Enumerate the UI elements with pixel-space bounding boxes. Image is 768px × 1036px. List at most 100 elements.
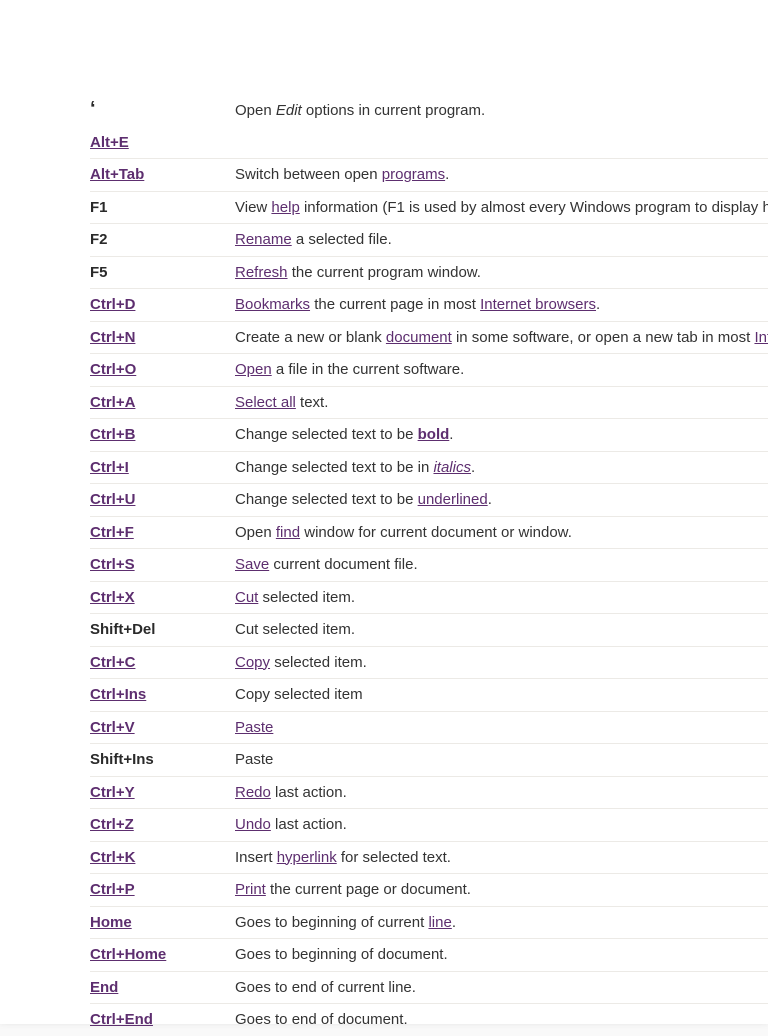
shortcut-key: Ctrl+Y	[90, 776, 235, 809]
shortcut-key: F1	[90, 191, 235, 224]
shortcut-link[interactable]: Ctrl+A	[90, 394, 135, 411]
inline-link[interactable]: Paste	[235, 719, 273, 736]
shortcut-link[interactable]: Ctrl+Y	[90, 784, 135, 801]
inline-link[interactable]: Rename	[235, 231, 292, 248]
shortcut-link[interactable]: Ctrl+U	[90, 491, 135, 508]
table-row: HomeGoes to beginning of current line.	[90, 906, 768, 939]
description-cell: Refresh the current program window.	[235, 256, 768, 289]
description-cell: Goes to end of current line.	[235, 971, 768, 1004]
table-row: Ctrl+PPrint the current page or document…	[90, 874, 768, 907]
table-row: Ctrl+O Open a file in the current softwar…	[90, 354, 768, 387]
inline-link[interactable]: help	[271, 199, 299, 216]
shortcut-link[interactable]: Ctrl+K	[90, 849, 135, 866]
description-cell: Cut selected item.	[235, 614, 768, 647]
inline-link[interactable]: Save	[235, 556, 269, 573]
shortcut-key: Ctrl+A	[90, 386, 235, 419]
inline-link[interactable]: Select all	[235, 394, 296, 411]
inline-link[interactable]: Open	[235, 361, 272, 378]
table-row: Ctrl+End Goes to end of document.	[90, 1004, 768, 1036]
shortcut-key: F5	[90, 256, 235, 289]
description-cell: Save current document file.	[235, 549, 768, 582]
shortcut-link[interactable]: Ctrl+End	[90, 1011, 153, 1028]
inline-link[interactable]: Undo	[235, 816, 271, 833]
shortcut-link[interactable]: Ctrl+Home	[90, 946, 166, 963]
shortcut-link[interactable]: Ctrl+N	[90, 329, 135, 346]
shortcut-link[interactable]: Ctrl+X	[90, 589, 135, 606]
table-row: Ctrl+V Paste	[90, 711, 768, 744]
description-cell: Cut selected item.	[235, 581, 768, 614]
shortcut-link[interactable]: Ctrl+S	[90, 556, 135, 573]
table-row: Ctrl+FOpen find window for current docum…	[90, 516, 768, 549]
table-row: Ctrl+K Insert hyperlink for selected text…	[90, 841, 768, 874]
description-cell: Redo last action.	[235, 776, 768, 809]
table-row: Ctrl+BChange selected text to be bold.	[90, 419, 768, 452]
shortcut-link[interactable]: Ctrl+I	[90, 459, 129, 476]
description-cell: Goes to beginning of document.	[235, 939, 768, 972]
shortcut-link[interactable]: Ctrl+O	[90, 361, 136, 378]
shortcut-key: Ctrl+Ins	[90, 679, 235, 712]
shortcut-key: Ctrl+P	[90, 874, 235, 907]
shortcut-link[interactable]: Alt+Tab	[90, 166, 144, 183]
table-row: End Goes to end of current line.	[90, 971, 768, 1004]
shortcut-key: Alt+E	[90, 127, 235, 159]
table-row: Ctrl+Home Goes to beginning of document.	[90, 939, 768, 972]
table-row: F5Refresh the current program window.	[90, 256, 768, 289]
table-row: F1View help information (F1 is used by a…	[90, 191, 768, 224]
shortcut-link[interactable]: Ctrl+Z	[90, 816, 134, 833]
inline-link[interactable]: programs	[382, 166, 445, 183]
inline-link[interactable]: Copy	[235, 654, 270, 671]
table-row: ‘ Open Edit options in current program.	[90, 95, 768, 127]
shortcut-link[interactable]: Ctrl+C	[90, 654, 135, 671]
apostrophe-cell: ‘	[90, 95, 235, 127]
inline-link[interactable]: Print	[235, 881, 266, 898]
shortcut-link[interactable]: Home	[90, 914, 132, 931]
inline-link[interactable]: Cut	[235, 589, 258, 606]
table-row: Ctrl+X Cut selected item.	[90, 581, 768, 614]
shortcut-link[interactable]: Ctrl+V	[90, 719, 135, 736]
inline-link[interactable]: Internet browsers	[480, 296, 596, 313]
inline-link[interactable]: underlined	[418, 491, 488, 508]
description-cell: Change selected text to be in italics.	[235, 451, 768, 484]
table-row: Ctrl+Z Undo last action.	[90, 809, 768, 842]
shortcut-key: Ctrl+C	[90, 646, 235, 679]
description-cell: Goes to end of document.	[235, 1004, 768, 1036]
description-cell: Insert hyperlink for selected text.	[235, 841, 768, 874]
inline-link[interactable]: find	[276, 524, 300, 541]
description-cell: Create a new or blank document in some s…	[235, 321, 768, 354]
shortcut-link[interactable]: End	[90, 979, 118, 996]
inline-link[interactable]: Internet browsers	[754, 329, 768, 346]
table-row: Ctrl+S Save current document file.	[90, 549, 768, 582]
shortcut-key: Ctrl+U	[90, 484, 235, 517]
inline-link[interactable]: bold	[418, 426, 450, 443]
table-row: Shift+DelCut selected item.	[90, 614, 768, 647]
shortcut-link[interactable]: Ctrl+D	[90, 296, 135, 313]
description-cell: Undo last action.	[235, 809, 768, 842]
inline-link[interactable]: Refresh	[235, 264, 288, 281]
description-cell: Paste	[235, 711, 768, 744]
shortcut-key: Ctrl+Home	[90, 939, 235, 972]
inline-link[interactable]: Redo	[235, 784, 271, 801]
shortcut-link[interactable]: Alt+E	[90, 134, 129, 151]
inline-link[interactable]: hyperlink	[277, 849, 337, 866]
table-row: Alt+TabSwitch between open programs.	[90, 159, 768, 192]
inline-link[interactable]: line	[428, 914, 451, 931]
description-cell: Paste	[235, 744, 768, 777]
shortcut-link[interactable]: Ctrl+Ins	[90, 686, 146, 703]
table-row: Ctrl+N Create a new or blank document in …	[90, 321, 768, 354]
inline-link[interactable]: Bookmarks	[235, 296, 310, 313]
apostrophe-mark: ‘	[90, 98, 96, 120]
table-row: Ctrl+InsCopy selected item	[90, 679, 768, 712]
shortcut-link[interactable]: Ctrl+B	[90, 426, 135, 443]
description-cell: Bookmarks the current page in most Inter…	[235, 289, 768, 322]
shortcut-key: Alt+Tab	[90, 159, 235, 192]
description-cell: Open a file in the current software.	[235, 354, 768, 387]
shortcut-key: Ctrl+I	[90, 451, 235, 484]
shortcut-key: Shift+Del	[90, 614, 235, 647]
shortcut-key: Ctrl+K	[90, 841, 235, 874]
shortcut-link[interactable]: Ctrl+P	[90, 881, 135, 898]
inline-link[interactable]: document	[386, 329, 452, 346]
shortcut-link[interactable]: Ctrl+F	[90, 524, 134, 541]
table-row: Ctrl+UChange selected text to be underli…	[90, 484, 768, 517]
shortcut-key: Ctrl+S	[90, 549, 235, 582]
inline-link[interactable]: italics	[433, 459, 471, 476]
